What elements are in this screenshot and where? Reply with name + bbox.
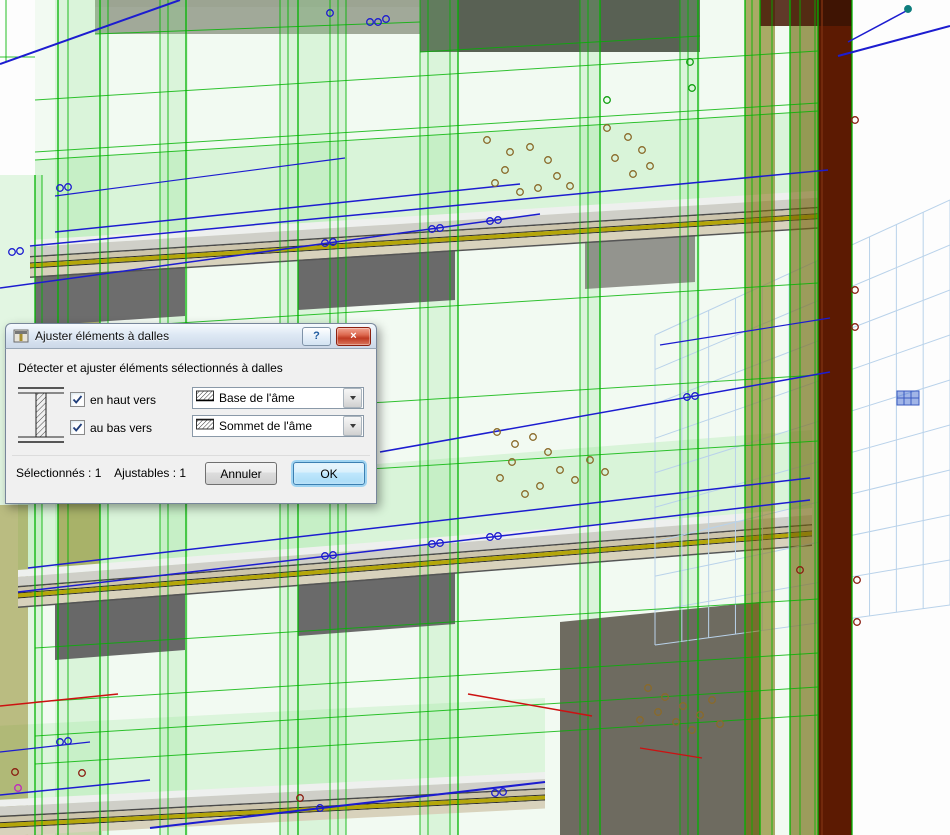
dialog-title: Ajuster éléments à dalles xyxy=(35,329,302,343)
dropdown-bas-value: Sommet de l'âme xyxy=(219,419,343,433)
checkbox-label-bas: au bas vers xyxy=(90,421,152,435)
application-window: Ajuster éléments à dalles ? × Détecter e… xyxy=(0,0,950,835)
selection-status: Sélectionnés : 1 Ajustables : 1 xyxy=(16,462,196,485)
grid-tool-icon[interactable] xyxy=(897,391,919,405)
adjustable-count: Ajustables : 1 xyxy=(114,466,186,480)
ibeam-profile-icon xyxy=(18,385,64,450)
dialog-description: Détecter et ajuster éléments sélectionné… xyxy=(18,361,283,375)
dropdown-haut[interactable]: Base de l'âme xyxy=(192,387,364,409)
dropdown-bas[interactable]: Sommet de l'âme xyxy=(192,415,364,437)
dropdown-bas-arrow-icon[interactable] xyxy=(343,416,362,436)
option-row-bas: au bas vers xyxy=(70,420,152,435)
selected-count: Sélectionnés : 1 xyxy=(16,466,101,480)
beam-top-icon xyxy=(196,417,214,435)
option-row-haut: en haut vers xyxy=(70,392,156,407)
help-button[interactable]: ? xyxy=(302,327,331,346)
checkbox-en-haut-vers[interactable] xyxy=(70,392,85,407)
checkbox-au-bas-vers[interactable] xyxy=(70,420,85,435)
dropdown-haut-arrow-icon[interactable] xyxy=(343,388,362,408)
dialog-icon xyxy=(13,328,29,344)
dropdown-haut-value: Base de l'âme xyxy=(219,391,343,405)
checkbox-label-haut: en haut vers xyxy=(90,393,156,407)
beam-base-icon xyxy=(196,389,214,407)
dialog-titlebar[interactable]: Ajuster éléments à dalles ? × xyxy=(5,323,377,349)
dialog-ajuster-elements-a-dalles: Ajuster éléments à dalles ? × Détecter e… xyxy=(5,323,377,504)
divider xyxy=(12,455,370,456)
close-button[interactable]: × xyxy=(336,327,371,346)
cancel-button[interactable]: Annuler xyxy=(205,462,277,485)
dialog-body: Détecter et ajuster éléments sélectionné… xyxy=(5,349,377,504)
ok-button[interactable]: OK xyxy=(293,462,365,485)
